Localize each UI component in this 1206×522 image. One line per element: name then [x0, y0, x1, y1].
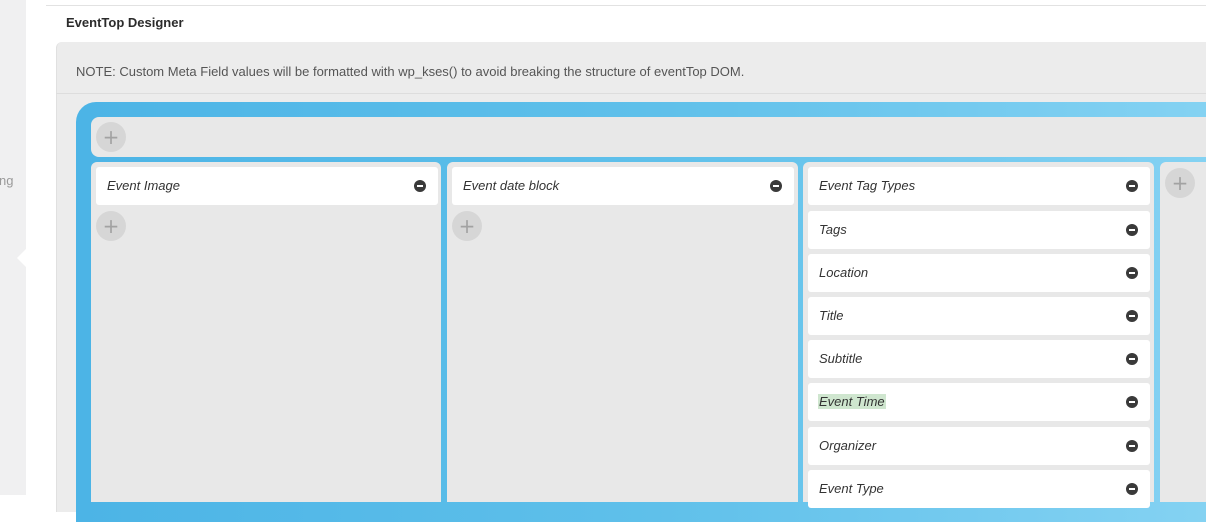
add-row-button[interactable]: +: [96, 122, 126, 152]
field-label: Location: [819, 265, 869, 280]
add-field-button[interactable]: +: [96, 211, 126, 241]
sidebar-partial-label[interactable]: ng: [0, 173, 13, 188]
remove-field-icon[interactable]: [1126, 310, 1138, 322]
remove-field-icon[interactable]: [1126, 483, 1138, 495]
field-label: Event Time: [818, 394, 886, 409]
remove-field-icon[interactable]: [1126, 224, 1138, 236]
remove-field-icon[interactable]: [1126, 267, 1138, 279]
remove-field-icon[interactable]: [1126, 396, 1138, 408]
field-event-tag-types[interactable]: Event Tag Types: [808, 167, 1150, 205]
remove-field-icon[interactable]: [1126, 440, 1138, 452]
field-label: Event Tag Types: [819, 178, 916, 193]
field-organizer[interactable]: Organizer: [808, 427, 1150, 465]
field-location[interactable]: Location: [808, 254, 1150, 292]
designer-column-4: [1160, 162, 1206, 502]
field-label: Tags: [819, 222, 847, 237]
field-event-time[interactable]: Event Time: [808, 383, 1150, 421]
field-event-date-block[interactable]: Event date block: [452, 167, 794, 205]
top-row-dropzone: [91, 117, 1206, 157]
field-label: Title: [819, 308, 844, 323]
field-event-image[interactable]: Event Image: [96, 167, 438, 205]
remove-field-icon[interactable]: [414, 180, 426, 192]
add-field-button[interactable]: +: [1165, 168, 1195, 198]
note-text: NOTE: Custom Meta Field values will be f…: [76, 64, 745, 79]
section-title: EventTop Designer: [66, 15, 184, 30]
field-subtitle[interactable]: Subtitle: [808, 340, 1150, 378]
field-label: Event date block: [463, 178, 560, 193]
add-field-button[interactable]: +: [452, 211, 482, 241]
divider: [56, 93, 1206, 94]
field-label: Subtitle: [819, 351, 863, 366]
field-label: Organizer: [819, 438, 877, 453]
field-label: Event Image: [107, 178, 180, 193]
active-menu-indicator: [17, 249, 26, 267]
designer-column-2: [447, 162, 798, 502]
remove-field-icon[interactable]: [770, 180, 782, 192]
field-label: Event Type: [819, 481, 884, 496]
field-event-type[interactable]: Event Type: [808, 470, 1150, 508]
divider: [46, 5, 1206, 6]
field-tags[interactable]: Tags: [808, 211, 1150, 249]
remove-field-icon[interactable]: [1126, 353, 1138, 365]
field-title[interactable]: Title: [808, 297, 1150, 335]
designer-column-1: [91, 162, 441, 502]
remove-field-icon[interactable]: [1126, 180, 1138, 192]
admin-sidebar: [0, 0, 26, 495]
